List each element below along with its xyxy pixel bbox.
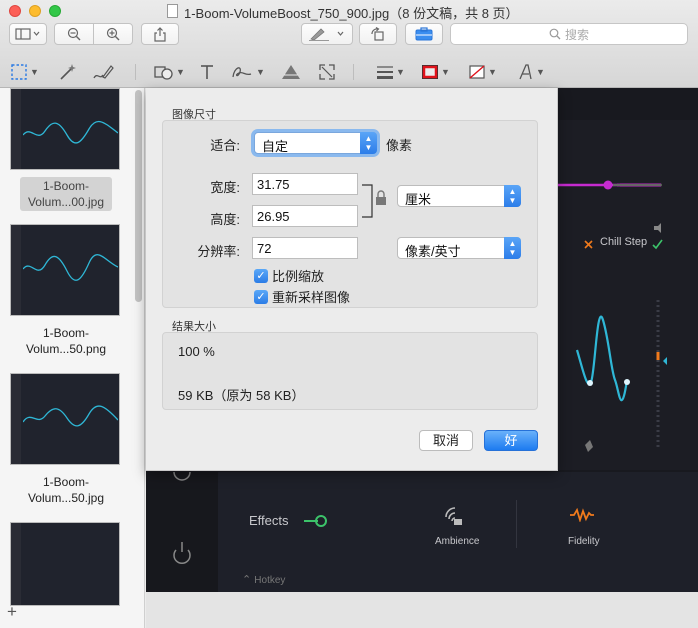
- lock-bracket-icon: [362, 184, 386, 218]
- add-button[interactable]: +: [7, 602, 17, 622]
- thumbnail-3[interactable]: [10, 373, 120, 465]
- chevron-updown-icon: ▲ ▼: [504, 185, 521, 207]
- zoom-in-icon: [106, 27, 120, 41]
- ok-button[interactable]: 好: [484, 430, 538, 451]
- shapes-icon: [154, 66, 173, 80]
- fit-unit-label: 像素: [386, 138, 413, 153]
- markup-pen-button[interactable]: [301, 23, 353, 45]
- chevron-updown-icon: ▲ ▼: [360, 132, 377, 154]
- fit-label: 适合:: [210, 138, 240, 153]
- line-style-tool[interactable]: ▼: [376, 60, 405, 84]
- toolbox-button[interactable]: [405, 23, 443, 45]
- prism-icon: [282, 65, 300, 79]
- thumbnail-sidebar: 1-Boom-Volum...00.jpg 1-Boom- Volum...50…: [0, 88, 145, 628]
- fill-color-tool[interactable]: ▼: [468, 60, 497, 84]
- width-label: 宽度:: [210, 180, 240, 195]
- signature-icon: [232, 67, 252, 78]
- width-field[interactable]: 31.75: [252, 173, 358, 195]
- title-bar: 1-Boom-VolumeBoost_750_900.jpg（8 份文稿，共 8…: [0, 0, 698, 88]
- sketch-icon: [93, 65, 114, 79]
- markup-toolbar: ▼ ▼ ▼ ▼ ▼ ▼ ▼: [0, 58, 698, 86]
- adjust-color-tool[interactable]: [280, 60, 302, 84]
- checkmark-icon: ✓: [254, 268, 268, 283]
- resolution-label: 分辨率:: [197, 244, 240, 259]
- image-bottom-bar: [146, 472, 698, 592]
- resolution-field[interactable]: 72: [252, 237, 358, 259]
- image-right-panel: Chill Step: [557, 120, 698, 470]
- height-field[interactable]: 26.95: [252, 205, 358, 227]
- image-left-column: [146, 463, 218, 592]
- text-icon: [201, 65, 213, 79]
- instant-alpha-tool[interactable]: [58, 60, 78, 84]
- ambience-icon: [445, 507, 462, 525]
- sidebar-scrollbar[interactable]: [133, 88, 144, 628]
- search-placeholder: 搜索: [564, 27, 589, 42]
- zoom-out-icon: [67, 27, 81, 41]
- resize-icon: [319, 64, 335, 80]
- resample-checkbox[interactable]: ✓ 重新采样图像: [254, 287, 350, 306]
- cancel-button[interactable]: 取消: [419, 430, 473, 451]
- adjust-size-dialog: 图像尺寸 适合: 自定 ▲ ▼ 像素 宽度: 31.75 高度: 26.95 厘米…: [146, 88, 558, 471]
- rotate-icon: [371, 27, 384, 41]
- signature-tool[interactable]: ▼: [230, 60, 265, 84]
- chevron-updown-icon: ▲ ▼: [504, 237, 521, 259]
- border-color-tool[interactable]: ▼: [421, 60, 450, 84]
- fill-color-icon: [469, 65, 485, 79]
- share-button[interactable]: [141, 23, 179, 45]
- line-style-icon: [377, 66, 393, 79]
- shapes-tool[interactable]: ▼: [154, 60, 185, 84]
- text-style-icon: [519, 64, 532, 80]
- result-percent: 100 %: [178, 344, 215, 359]
- hotkey-label: ⌃ Hotkey: [242, 574, 286, 586]
- share-icon: [154, 26, 166, 42]
- close-window-button[interactable]: [9, 5, 21, 17]
- fidelity-label: Fidelity: [568, 536, 600, 547]
- window-title: 1-Boom-VolumeBoost_750_900.jpg（8 份文稿，共 8…: [184, 6, 519, 21]
- canvas-background: [146, 592, 698, 628]
- thumbnail-label-2: 1-Boom- Volum...50.png: [25, 326, 107, 356]
- rect-selection-icon: [11, 64, 27, 80]
- checkmark-icon: ✓: [254, 289, 268, 304]
- search-field[interactable]: 搜索: [450, 23, 688, 45]
- document-icon: [167, 4, 178, 18]
- scale-proportionally-checkbox[interactable]: ✓ 比例缩放: [254, 266, 324, 285]
- thumbnail-2[interactable]: [10, 224, 120, 316]
- zoom-in-button[interactable]: [93, 23, 133, 45]
- chill-step-label: Chill Step: [600, 236, 648, 248]
- thumbnail-label-3: 1-Boom- Volum...50.jpg: [27, 475, 105, 505]
- thumbnail-1[interactable]: [10, 88, 120, 170]
- text-style-tool[interactable]: ▼: [518, 60, 545, 84]
- adjust-size-tool[interactable]: [318, 60, 336, 84]
- fit-popup[interactable]: 自定 ▲ ▼: [254, 132, 377, 154]
- thumbnail-label-1: 1-Boom-Volum...00.jpg: [0, 177, 132, 211]
- result-file-size: 59 KB（原为 58 KB）: [178, 388, 305, 403]
- zoom-window-button[interactable]: [49, 5, 61, 17]
- thumbnail-4[interactable]: [10, 522, 120, 606]
- sketch-tool[interactable]: [92, 60, 114, 84]
- fidelity-icon: [570, 508, 594, 522]
- magic-wand-icon: [60, 64, 76, 80]
- effects-label: Effects: [249, 513, 289, 528]
- search-icon: [549, 28, 561, 40]
- toolbox-icon: [415, 27, 433, 41]
- rotate-button[interactable]: [359, 23, 397, 45]
- zoom-out-button[interactable]: [54, 23, 94, 45]
- resolution-unit-popup[interactable]: 像素/英寸 ▲ ▼: [397, 237, 521, 259]
- pen-icon: [309, 28, 344, 41]
- height-label: 高度:: [210, 212, 240, 227]
- unit-popup[interactable]: 厘米 ▲ ▼: [397, 185, 521, 207]
- sidebar-view-button[interactable]: [9, 23, 47, 45]
- ambience-label: Ambience: [435, 536, 480, 547]
- rect-selection-tool[interactable]: ▼: [10, 60, 39, 84]
- minimize-window-button[interactable]: [29, 5, 41, 17]
- border-color-icon: [422, 65, 438, 79]
- sidebar-icon: [15, 28, 40, 40]
- text-tool[interactable]: [199, 60, 215, 84]
